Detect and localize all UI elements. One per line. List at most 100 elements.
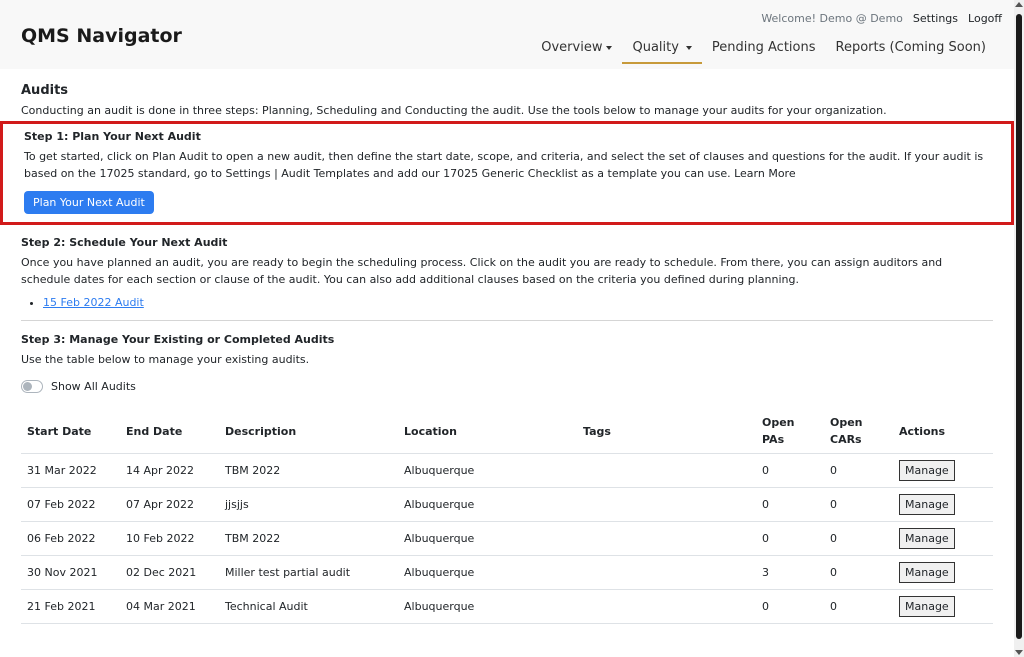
show-all-toggle-row: Show All Audits — [21, 378, 993, 395]
cell-tags — [577, 555, 756, 590]
cell-description: Technical Audit — [219, 589, 398, 624]
main-nav: Overview Quality Pending Actions Reports… — [531, 40, 996, 64]
nav-overview[interactable]: Overview — [531, 40, 622, 62]
cell-open-cars: 0 — [824, 487, 893, 522]
manage-button[interactable]: Manage — [899, 494, 955, 515]
table-header-row: Start Date End Date Description Location… — [21, 411, 993, 454]
cell-location: Albuquerque — [398, 453, 577, 488]
manage-button[interactable]: Manage — [899, 596, 955, 617]
cell-description: TBM 2022 — [219, 453, 398, 488]
cell-open-pas: 0 — [756, 589, 824, 624]
col-header-open-pas: Open PAs — [756, 411, 824, 454]
col-header-description: Description — [219, 411, 398, 454]
cell-tags — [577, 589, 756, 624]
cell-open-cars: 0 — [824, 555, 893, 590]
toggle-knob — [23, 382, 32, 391]
plan-audit-button[interactable]: Plan Your Next Audit — [24, 191, 154, 214]
caret-down-icon — [685, 45, 692, 50]
table-row: 07 Feb 2022 07 Apr 2022 jjsjjs Albuquerq… — [21, 487, 993, 522]
scroll-up-arrow-icon[interactable] — [1015, 2, 1023, 7]
step1-section: Step 1: Plan Your Next Audit To get star… — [0, 121, 1014, 225]
cell-actions: Manage — [893, 521, 993, 556]
cell-location: Albuquerque — [398, 589, 577, 624]
cell-location: Albuquerque — [398, 555, 577, 590]
step2-title: Step 2: Schedule Your Next Audit — [21, 236, 228, 249]
cell-open-cars: 0 — [824, 453, 893, 488]
cell-actions: Manage — [893, 589, 993, 624]
step2-section: Step 2: Schedule Your Next Audit Once yo… — [21, 225, 993, 311]
page-title: Audits — [21, 83, 69, 98]
scroll-down-arrow-icon[interactable] — [1015, 650, 1023, 655]
table-row: 06 Feb 2022 10 Feb 2022 TBM 2022 Albuque… — [21, 521, 993, 556]
cell-open-cars: 0 — [824, 589, 893, 624]
brand-title: QMS Navigator — [21, 25, 182, 47]
cell-start-date: 06 Feb 2022 — [21, 521, 120, 556]
step1-title: Step 1: Plan Your Next Audit — [24, 130, 201, 143]
cell-description: TBM 2022 — [219, 521, 398, 556]
cell-end-date: 02 Dec 2021 — [120, 555, 219, 590]
audits-table: Start Date End Date Description Location… — [21, 411, 993, 624]
step3-desc: Use the table below to manage your exist… — [21, 353, 310, 366]
list-item: 15 Feb 2022 Audit — [43, 294, 993, 311]
cell-end-date: 04 Mar 2021 — [120, 589, 219, 624]
nav-reports[interactable]: Reports (Coming Soon) — [826, 40, 996, 62]
col-header-tags: Tags — [577, 411, 756, 454]
divider — [21, 320, 993, 321]
cell-description: Miller test partial audit — [219, 555, 398, 590]
step3-section: Step 3: Manage Your Existing or Complete… — [21, 331, 993, 624]
cell-actions: Manage — [893, 453, 993, 488]
main-content: Audits Conducting an audit is done in th… — [0, 82, 1014, 624]
nav-pending-actions[interactable]: Pending Actions — [702, 40, 826, 62]
step3-title: Step 3: Manage Your Existing or Complete… — [21, 333, 335, 346]
logoff-link[interactable]: Logoff — [968, 12, 1002, 25]
manage-button[interactable]: Manage — [899, 562, 955, 583]
cell-tags — [577, 453, 756, 488]
scrollbar-thumb[interactable] — [1016, 14, 1022, 639]
planned-audit-link[interactable]: 15 Feb 2022 Audit — [43, 296, 144, 309]
col-header-start-date: Start Date — [21, 411, 120, 454]
cell-end-date: 07 Apr 2022 — [120, 487, 219, 522]
cell-location: Albuquerque — [398, 487, 577, 522]
cell-actions: Manage — [893, 487, 993, 522]
topbar: Welcome! Demo @ Demo Settings Logoff — [761, 12, 1002, 25]
cell-open-pas: 0 — [756, 521, 824, 556]
cell-end-date: 10 Feb 2022 — [120, 521, 219, 556]
show-all-label: Show All Audits — [51, 380, 136, 393]
cell-open-pas: 0 — [756, 487, 824, 522]
welcome-text: Welcome! Demo @ Demo — [761, 12, 903, 25]
cell-open-pas: 0 — [756, 453, 824, 488]
cell-end-date: 14 Apr 2022 — [120, 453, 219, 488]
step2-desc: Once you have planned an audit, you are … — [21, 256, 943, 286]
planned-audit-list: 15 Feb 2022 Audit — [21, 294, 993, 311]
step1-desc: To get started, click on Plan Audit to o… — [24, 150, 984, 180]
cell-open-cars: 0 — [824, 521, 893, 556]
col-header-open-cars: Open CARs — [824, 411, 893, 454]
cell-start-date: 21 Feb 2021 — [21, 589, 120, 624]
cell-location: Albuquerque — [398, 521, 577, 556]
show-all-toggle[interactable] — [21, 380, 43, 393]
caret-down-icon — [606, 45, 613, 50]
manage-button[interactable]: Manage — [899, 528, 955, 549]
col-header-actions: Actions — [893, 411, 993, 454]
nav-quality-label: Quality — [632, 40, 679, 55]
table-row: 31 Mar 2022 14 Apr 2022 TBM 2022 Albuque… — [21, 453, 993, 488]
table-row: 30 Nov 2021 02 Dec 2021 Miller test part… — [21, 555, 993, 590]
cell-start-date: 07 Feb 2022 — [21, 487, 120, 522]
cell-tags — [577, 521, 756, 556]
page-scrollbar[interactable] — [1014, 0, 1024, 657]
col-header-location: Location — [398, 411, 577, 454]
cell-description: jjsjjs — [219, 487, 398, 522]
cell-start-date: 31 Mar 2022 — [21, 453, 120, 488]
cell-open-pas: 3 — [756, 555, 824, 590]
manage-button[interactable]: Manage — [899, 460, 955, 481]
cell-start-date: 30 Nov 2021 — [21, 555, 120, 590]
cell-tags — [577, 487, 756, 522]
header: QMS Navigator Welcome! Demo @ Demo Setti… — [0, 0, 1014, 69]
cell-actions: Manage — [893, 555, 993, 590]
app-frame: QMS Navigator Welcome! Demo @ Demo Setti… — [0, 0, 1014, 657]
col-header-end-date: End Date — [120, 411, 219, 454]
page-intro: Conducting an audit is done in three ste… — [21, 104, 887, 117]
nav-quality[interactable]: Quality — [622, 40, 702, 64]
settings-link[interactable]: Settings — [913, 12, 958, 25]
nav-overview-label: Overview — [541, 40, 603, 55]
